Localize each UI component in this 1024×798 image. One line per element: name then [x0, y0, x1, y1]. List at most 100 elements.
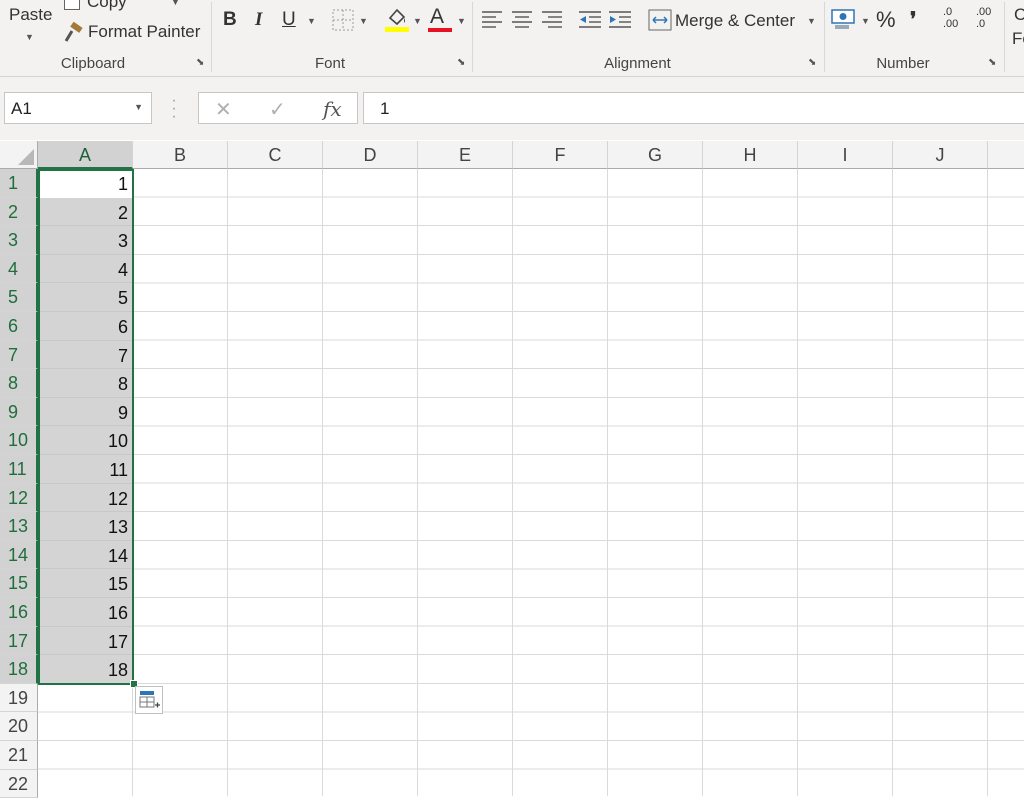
row-header-12[interactable]: 12	[0, 483, 38, 513]
cancel-entry-icon[interactable]: ✕	[215, 97, 232, 122]
alignment-dialog-launcher-icon[interactable]: ⬊	[808, 58, 817, 68]
borders-dropdown-icon[interactable]: ▼	[359, 16, 368, 26]
cell-a15[interactable]: 15	[38, 569, 133, 598]
row-header-10[interactable]: 10	[0, 426, 38, 455]
decrease-indent-icon[interactable]	[578, 10, 602, 30]
cell-a12[interactable]: 12	[38, 483, 133, 513]
cell-a10[interactable]: 10	[38, 426, 133, 455]
row-header-5[interactable]: 5	[0, 283, 38, 312]
row-header-16[interactable]: 16	[0, 598, 38, 627]
decrease-decimal-button[interactable]: .00 .0	[976, 6, 1006, 34]
align-right-icon[interactable]	[541, 10, 563, 30]
font-color-dropdown-icon[interactable]: ▼	[457, 16, 466, 26]
cell-a4[interactable]: 4	[38, 254, 133, 284]
row-header-13[interactable]: 13	[0, 512, 38, 541]
row-header-3[interactable]: 3	[0, 226, 38, 255]
merge-center-dropdown-icon[interactable]: ▼	[807, 16, 816, 26]
align-left-icon[interactable]	[481, 10, 503, 30]
fill-color-dropdown-icon[interactable]: ▼	[413, 16, 422, 26]
column-header-d[interactable]: D	[323, 141, 418, 169]
cell-a3[interactable]: 3	[38, 226, 133, 255]
comma-style-button[interactable]: ❜	[910, 7, 916, 32]
insert-function-button[interactable]: fx	[323, 97, 342, 121]
cell-a11[interactable]: 11	[38, 455, 133, 484]
cell-a16[interactable]: 16	[38, 598, 133, 627]
paste-button[interactable]: Paste ▼	[0, 0, 58, 50]
row-header-8[interactable]: 8	[0, 369, 38, 398]
row-header-2[interactable]: 2	[0, 197, 38, 227]
row-header-15[interactable]: 15	[0, 569, 38, 598]
name-box-dropdown-icon[interactable]: ▼	[134, 102, 143, 112]
row-header-6[interactable]: 6	[0, 312, 38, 341]
accounting-format-dropdown-icon[interactable]: ▼	[861, 16, 870, 26]
borders-icon[interactable]	[332, 9, 354, 31]
column-header-e[interactable]: E	[418, 141, 513, 169]
cell-a13[interactable]: 13	[38, 512, 133, 541]
row-header-7[interactable]: 7	[0, 340, 38, 370]
merge-center-label: Merge & Center	[675, 11, 795, 30]
cell-a1[interactable]: 1	[38, 169, 133, 198]
align-center-icon[interactable]	[511, 10, 533, 30]
name-box[interactable]: A1 ▼	[4, 92, 152, 124]
column-header-c[interactable]: C	[228, 141, 323, 169]
row-header-22[interactable]: 22	[0, 769, 38, 798]
cell-area[interactable]	[38, 169, 1024, 796]
alignment-group-label: Alignment	[604, 55, 671, 72]
quick-analysis-icon[interactable]	[135, 685, 163, 714]
clipboard-group-label: Clipboard	[60, 55, 126, 72]
italic-button[interactable]: I	[255, 9, 262, 31]
bold-button[interactable]: B	[223, 9, 237, 31]
row-header-21[interactable]: 21	[0, 741, 38, 770]
copy-dropdown-icon[interactable]: ▼	[171, 0, 180, 7]
cell-a2[interactable]: 2	[38, 197, 133, 227]
paste-dropdown-icon[interactable]: ▼	[25, 32, 34, 42]
copy-button[interactable]: Copy ▼	[60, 0, 190, 12]
row-header-18[interactable]: 18	[0, 655, 38, 684]
increase-indent-icon[interactable]	[608, 10, 632, 30]
formula-bar-resize-handle-icon[interactable]: · · ·	[170, 93, 178, 125]
fill-color-icon[interactable]	[384, 6, 410, 32]
format-painter-button[interactable]: Format Painter	[60, 18, 208, 46]
column-header-i[interactable]: I	[798, 141, 893, 169]
cell-a6[interactable]: 6	[38, 312, 133, 341]
column-header-partial[interactable]	[988, 141, 1024, 169]
column-header-g[interactable]: G	[608, 141, 703, 169]
column-header-h[interactable]: H	[703, 141, 798, 169]
row-header-14[interactable]: 14	[0, 540, 38, 570]
percent-style-button[interactable]: %	[876, 7, 896, 33]
column-header-j[interactable]: J	[893, 141, 988, 169]
enter-entry-icon[interactable]: ✓	[269, 97, 286, 122]
number-dialog-launcher-icon[interactable]: ⬊	[988, 58, 997, 68]
merge-center-button[interactable]: Merge & Center ▼	[646, 6, 818, 36]
cell-a18[interactable]: 18	[38, 655, 133, 684]
row-header-11[interactable]: 11	[0, 455, 38, 484]
worksheet-grid[interactable]: A B C D E F G H I J 1 2 3 4 5 6 7 8 9 10 11 12 13 14 15 16 17 18 19 2…	[0, 141, 1024, 798]
next-group-partial-label-2[interactable]: Fo	[1012, 29, 1024, 49]
formula-input[interactable]: 1	[363, 92, 1024, 124]
font-dialog-launcher-icon[interactable]: ⬊	[457, 58, 466, 68]
select-all-button[interactable]	[0, 141, 38, 169]
underline-dropdown-icon[interactable]: ▼	[307, 16, 316, 26]
cell-a17[interactable]: 17	[38, 626, 133, 656]
cell-a14[interactable]: 14	[38, 540, 133, 570]
underline-button[interactable]: U	[282, 9, 296, 31]
column-header-f[interactable]: F	[513, 141, 608, 169]
cell-a5[interactable]: 5	[38, 283, 133, 312]
row-header-17[interactable]: 17	[0, 626, 38, 656]
accounting-format-icon[interactable]	[831, 8, 859, 32]
row-header-9[interactable]: 9	[0, 397, 38, 427]
row-header-19[interactable]: 19	[0, 683, 38, 713]
cell-a8[interactable]: 8	[38, 369, 133, 398]
column-header-a[interactable]: A	[38, 141, 133, 169]
row-header-1[interactable]: 1	[0, 169, 38, 198]
clipboard-dialog-launcher-icon[interactable]: ⬊	[196, 58, 205, 68]
copy-label: Copy	[87, 0, 127, 11]
cell-a7[interactable]: 7	[38, 340, 133, 370]
next-group-partial-label[interactable]: C	[1014, 5, 1024, 25]
row-header-20[interactable]: 20	[0, 712, 38, 741]
column-header-b[interactable]: B	[133, 141, 228, 169]
increase-decimal-button[interactable]: .0 .00	[943, 6, 973, 34]
row-header-4[interactable]: 4	[0, 254, 38, 284]
font-color-button[interactable]: A	[430, 5, 444, 29]
cell-a9[interactable]: 9	[38, 397, 133, 427]
